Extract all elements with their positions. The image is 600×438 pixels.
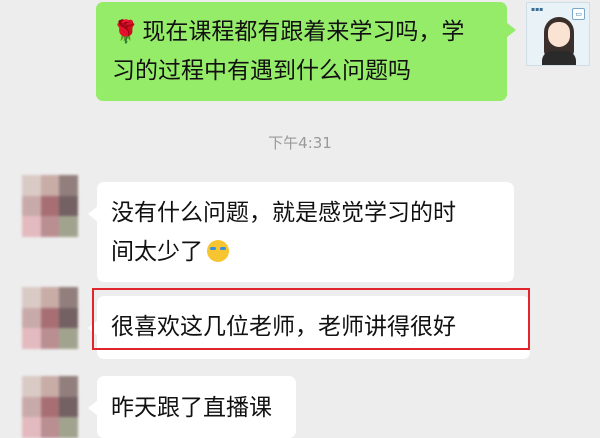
avatar-mosaic-tile xyxy=(22,328,41,349)
crying-emoji-icon xyxy=(207,240,229,262)
bubble-tail xyxy=(88,206,98,222)
avatar-mosaic-tile xyxy=(40,307,60,329)
avatar-mosaic-tile xyxy=(22,376,41,397)
avatar-mosaic-tile xyxy=(22,287,41,308)
avatar-mosaic-tile xyxy=(59,195,78,217)
avatar-mosaic-tile xyxy=(22,216,41,237)
avatar-mosaic-tile xyxy=(59,307,78,329)
bubble-tail xyxy=(506,22,516,38)
avatar-mosaic-tile xyxy=(22,417,41,438)
rose-icon: 🌹 xyxy=(112,20,140,45)
message-line: 没有什么问题，就是感觉学习的时 xyxy=(111,200,456,226)
avatar-face xyxy=(548,22,570,47)
incoming-message-bubble[interactable]: 没有什么问题，就是感觉学习的时 间太少了 xyxy=(88,182,514,282)
avatar-mosaic-tile xyxy=(59,328,78,349)
avatar-mosaic-tile xyxy=(59,417,78,438)
outgoing-message-bubble[interactable]: 🌹 现在课程都有跟着来学习吗，学 习的过程中有遇到什么问题吗 xyxy=(96,2,516,101)
avatar-mosaic-tile xyxy=(22,307,41,329)
avatar-mosaic-tile xyxy=(40,175,60,196)
bubble-tail xyxy=(88,400,98,416)
avatar-body xyxy=(542,51,576,65)
message-line: 昨天跟了直播课 xyxy=(111,395,272,421)
avatar-mosaic-tile xyxy=(40,417,60,438)
avatar-mosaic-tile xyxy=(40,287,60,308)
avatar-badge-icon: ▭ xyxy=(572,8,585,20)
avatar-mosaic-tile xyxy=(22,396,41,418)
avatar-mosaic-tile xyxy=(40,376,60,397)
avatar-mosaic-tile xyxy=(40,216,60,237)
avatar-mosaic-tile xyxy=(40,396,60,418)
self-avatar[interactable]: ▪▪▪ ▭ xyxy=(526,2,590,66)
chat-screen: { "messages": [ { "id": "msg-1", "direct… xyxy=(0,0,600,438)
avatar-mosaic-tile xyxy=(59,376,78,397)
avatar-mosaic-tile xyxy=(59,175,78,196)
avatar-mosaic-tile xyxy=(22,195,41,217)
avatar-logo-text-icon: ▪▪▪ xyxy=(531,6,544,13)
avatar-mosaic-tile xyxy=(40,328,60,349)
message-line: 习的过程中有遇到什么问题吗 xyxy=(112,58,411,84)
avatar-mosaic-tile xyxy=(59,287,78,308)
chat-timestamp: 下午4:31 xyxy=(268,134,332,152)
message-line: 🌹 现在课程都有跟着来学习吗，学 xyxy=(112,19,465,45)
avatar-mosaic-tile xyxy=(59,216,78,237)
highlight-annotation-box xyxy=(92,288,530,350)
avatar-mosaic-tile xyxy=(59,396,78,418)
contact-avatar-blurred[interactable] xyxy=(22,376,78,438)
contact-avatar-blurred[interactable] xyxy=(22,287,78,349)
contact-avatar-blurred[interactable] xyxy=(22,175,78,237)
message-line: 间太少了 xyxy=(111,233,514,272)
incoming-message-bubble[interactable]: 昨天跟了直播课 xyxy=(88,376,296,438)
avatar-mosaic-tile xyxy=(22,175,41,196)
avatar-mosaic-tile xyxy=(40,195,60,217)
